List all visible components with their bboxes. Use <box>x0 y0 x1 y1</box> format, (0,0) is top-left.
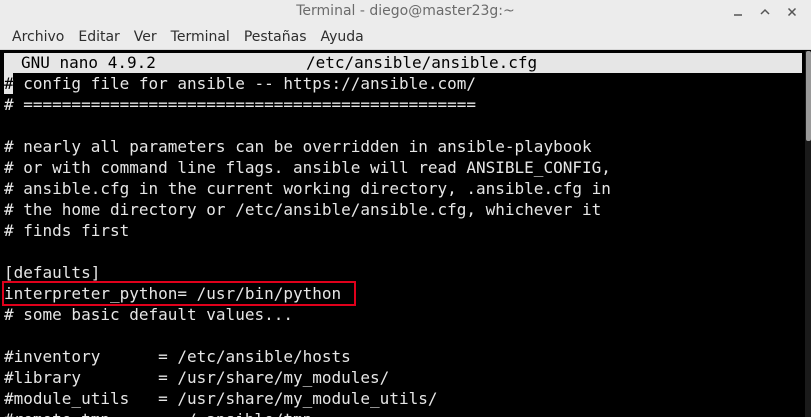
close-button[interactable] <box>782 2 802 22</box>
maximize-button[interactable] <box>755 2 775 22</box>
editor-line[interactable]: # some basic default values... <box>4 304 293 325</box>
maximize-icon <box>760 8 770 15</box>
minimize-button[interactable] <box>728 2 748 22</box>
editor-line[interactable]: #module_utils = /usr/share/my_module_uti… <box>4 388 437 409</box>
menu-ayuda[interactable]: Ayuda <box>314 25 371 49</box>
editor-line[interactable]: # ansible.cfg in the current working dir… <box>4 178 611 199</box>
cursor-char: # <box>4 74 14 93</box>
editor-line[interactable]: # ======================================… <box>4 94 476 115</box>
editor-line-interpreter[interactable]: interpreter_python= /usr/bin/python <box>4 283 341 304</box>
nano-filename: /etc/ansible/ansible.cfg <box>306 53 538 72</box>
menu-pestanas[interactable]: Pestañas <box>237 25 314 49</box>
editor-line[interactable]: # the home directory or /etc/ansible/ans… <box>4 199 601 220</box>
editor-line[interactable]: # config file for ansible -- https://ans… <box>4 73 476 94</box>
menu-bar: Archivo Editar Ver Terminal Pestañas Ayu… <box>0 24 811 50</box>
close-icon <box>787 7 797 17</box>
nano-version: GNU nano 4.9.2 <box>21 53 156 72</box>
menu-ver[interactable]: Ver <box>127 25 164 49</box>
terminal-area[interactable]: GNU nano 4.9.2 /etc/ansible/ansible.cfg … <box>0 51 811 417</box>
window-title: Terminal - diego@master23g:~ <box>296 3 515 19</box>
editor-line[interactable]: # nearly all parameters can be overridde… <box>4 136 592 157</box>
editor-line[interactable]: [defaults] <box>4 262 100 283</box>
editor-line[interactable]: #remote_tmp = ~/.ansible/tmp <box>4 409 312 417</box>
editor-line[interactable]: #library = /usr/share/my_modules/ <box>4 367 389 388</box>
nano-header-bar: GNU nano 4.9.2 /etc/ansible/ansible.cfg <box>4 53 802 73</box>
scrollbar-thumb[interactable] <box>806 51 811 141</box>
editor-line[interactable]: # or with command line flags. ansible wi… <box>4 157 611 178</box>
menu-terminal[interactable]: Terminal <box>164 25 237 49</box>
terminal-window: Terminal - diego@master23g:~ Archivo Edi… <box>0 0 811 417</box>
menu-editar[interactable]: Editar <box>71 25 126 49</box>
editor-line[interactable]: #inventory = /etc/ansible/hosts <box>4 346 351 367</box>
menu-archivo[interactable]: Archivo <box>5 25 71 49</box>
editor-line[interactable]: # finds first <box>4 220 129 241</box>
minimize-icon <box>734 14 742 16</box>
title-bar[interactable]: Terminal - diego@master23g:~ <box>0 0 811 24</box>
